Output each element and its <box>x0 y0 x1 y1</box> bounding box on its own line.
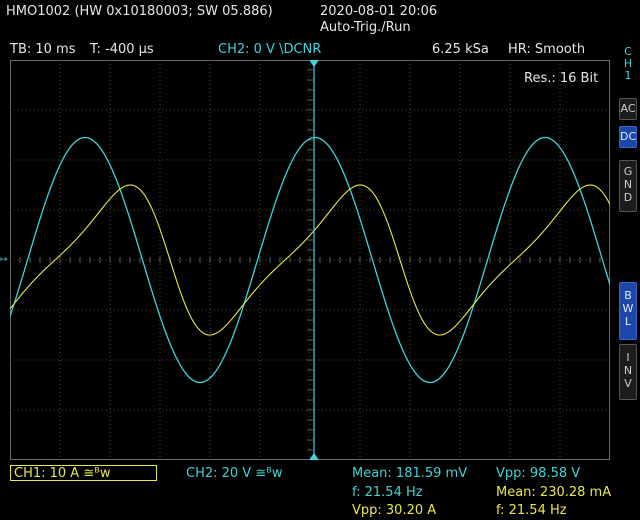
ch1-frequency: f: 21.54 Hz <box>496 503 567 518</box>
device-info: HMO1002 (HW 0x10180003; SW 05.886) <box>6 4 273 19</box>
ch2-frequency: f: 21.54 Hz <box>352 485 423 500</box>
resolution: Res.: 16 Bit <box>524 71 599 86</box>
status-header: HMO1002 (HW 0x10180003; SW 05.886) 2020-… <box>0 0 640 40</box>
sample-rate: 6.25 kSa <box>432 42 489 57</box>
trigger-time[interactable]: T: -400 µs <box>90 42 154 58</box>
ch1-vpp: Vpp: 30.20 A <box>352 503 437 518</box>
trigger-top-marker[interactable] <box>309 60 319 67</box>
trigger-mode[interactable]: Auto-Trig./Run <box>320 20 411 36</box>
ch2-vpp: Vpp: 98.58 V <box>496 466 581 481</box>
ch1-settings[interactable]: CH1: 10 A ≅ᴮw <box>14 466 110 482</box>
channel-indicator: CH1 <box>623 45 633 82</box>
channel-side-panel: AC DC GND BWL INV <box>616 44 640 460</box>
gnd-button[interactable]: GND <box>619 160 637 212</box>
timebase[interactable]: TB: 10 ms <box>10 42 75 58</box>
ac-coupling-button[interactable]: AC <box>619 98 637 120</box>
acquisition-bar: TB: 10 ms T: -400 µs CH2: 0 V \DCNR 6.25… <box>0 40 640 60</box>
ch2-mean: Mean: 181.59 mV <box>352 466 468 481</box>
bwl-button[interactable]: BWL <box>619 282 637 340</box>
graticule <box>10 60 610 460</box>
ground-marker-icon[interactable]: ↦ <box>0 255 8 265</box>
ch1-mean: Mean: 230.28 mA <box>496 485 612 500</box>
ch2-settings[interactable]: CH2: 20 V ≅ᴮw <box>186 466 282 482</box>
inv-button[interactable]: INV <box>619 344 637 400</box>
datetime: 2020-08-01 20:06 <box>320 4 438 19</box>
trigger-source[interactable]: CH2: 0 V \DCNR <box>218 42 321 58</box>
dc-coupling-button[interactable]: DC <box>619 126 637 148</box>
waveform-display[interactable] <box>10 60 610 460</box>
acquisition-mode[interactable]: HR: Smooth <box>508 42 585 58</box>
